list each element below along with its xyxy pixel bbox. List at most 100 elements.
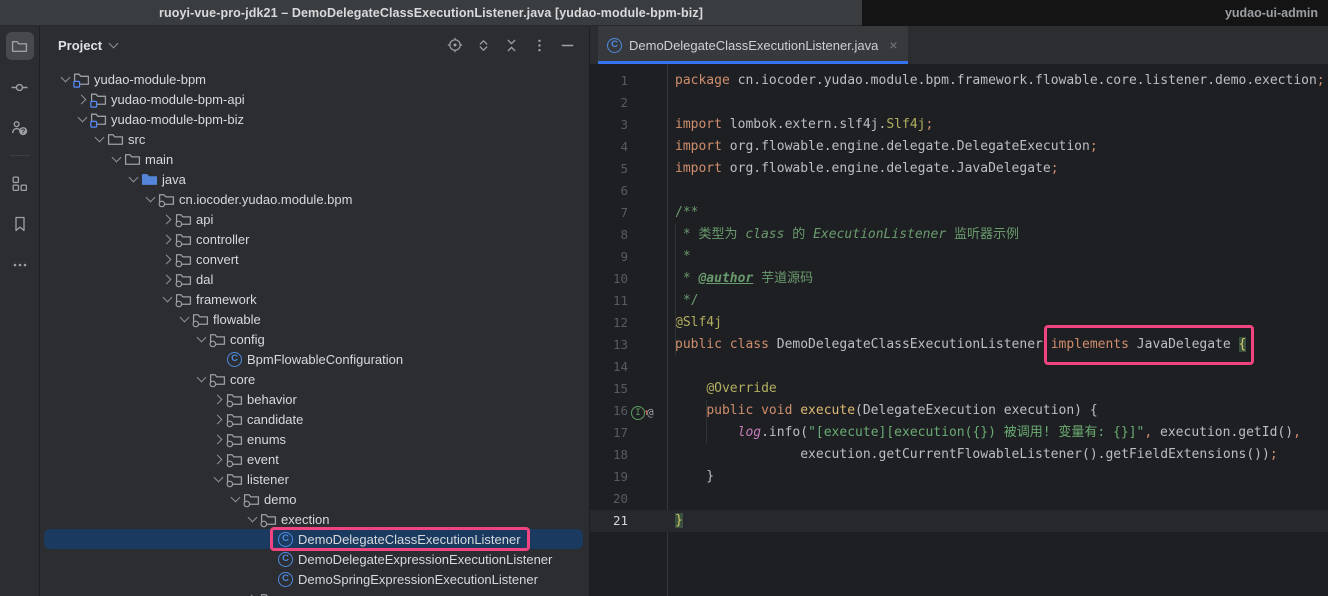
collapse-all-icon[interactable]: [504, 38, 519, 53]
tree-row-yudao-module-bpm-api[interactable]: yudao-module-bpm-api: [40, 89, 589, 109]
code-line-17[interactable]: 17 log.info("[execute][execution({}) 被调用…: [590, 422, 1328, 444]
chevron-down-icon[interactable]: [92, 132, 107, 147]
code-line-21[interactable]: 21}: [590, 510, 1328, 532]
chevron-down-icon[interactable]: [160, 292, 175, 307]
code-token: @Slf4j: [675, 315, 722, 330]
tree-row-event[interactable]: event: [40, 449, 589, 469]
implements-method-icon[interactable]: I↑: [631, 406, 645, 420]
code-line-16[interactable]: 16I↑@ public void execute(DelegateExecut…: [590, 400, 1328, 422]
package-icon: [226, 411, 243, 427]
tree-row-dal[interactable]: dal: [40, 269, 589, 289]
tree-row-yudao-module-bpm-biz[interactable]: yudao-module-bpm-biz: [40, 109, 589, 129]
chevron-down-icon[interactable]: [228, 492, 243, 507]
hide-icon[interactable]: [560, 38, 575, 53]
chevron-down-icon[interactable]: [194, 372, 209, 387]
code-line-4[interactable]: 4import org.flowable.engine.delegate.Del…: [590, 136, 1328, 158]
editor-area: C DemoDelegateClassExecutionListener.jav…: [590, 26, 1328, 596]
code-line-2[interactable]: 2: [590, 92, 1328, 114]
tree-row-candidate[interactable]: candidate: [40, 409, 589, 429]
chevron-right-icon[interactable]: [211, 392, 226, 407]
chevron-right-icon[interactable]: [211, 432, 226, 447]
tree-row-flowable[interactable]: flowable: [40, 309, 589, 329]
tree-row-config[interactable]: config: [40, 329, 589, 349]
line-number: 5: [590, 158, 628, 180]
chevron-down-icon[interactable]: [177, 312, 192, 327]
code-token: ExecutionListener: [813, 227, 946, 242]
code-line-3[interactable]: 3import lombok.extern.slf4j.Slf4j;: [590, 114, 1328, 136]
code-line-7[interactable]: 7/**: [590, 202, 1328, 224]
code-line-5[interactable]: 5import org.flowable.engine.delegate.Jav…: [590, 158, 1328, 180]
code-line-20[interactable]: 20: [590, 488, 1328, 510]
chevron-right-icon[interactable]: [160, 212, 175, 227]
tree-row-demospringexpressionexecutionlistener[interactable]: CDemoSpringExpressionExecutionListener: [40, 569, 589, 589]
chevron-down-icon[interactable]: [245, 512, 260, 527]
close-icon[interactable]: ×: [889, 37, 897, 53]
expand-all-icon[interactable]: [476, 38, 491, 53]
chevron-spacer: [211, 352, 226, 367]
tree-row-exection[interactable]: exection: [40, 509, 589, 529]
tree-row-demodelegateexpressionexecutionlistener[interactable]: CDemoDelegateExpressionExecutionListener: [40, 549, 589, 569]
tree-row-api[interactable]: api: [40, 209, 589, 229]
stripe-button-commit[interactable]: [6, 73, 34, 101]
code-line-15[interactable]: 15 @Override: [590, 378, 1328, 400]
chevron-right-icon[interactable]: [160, 272, 175, 287]
chevron-right-icon[interactable]: [245, 592, 260, 596]
tree-row-framework[interactable]: framework: [40, 289, 589, 309]
chevron-right-icon[interactable]: [160, 232, 175, 247]
chevron-down-icon[interactable]: [126, 172, 141, 187]
code-line-14[interactable]: 14: [590, 356, 1328, 378]
code-line-6[interactable]: 6: [590, 180, 1328, 202]
tree-item-content: listener: [226, 471, 289, 487]
tree-row-convert[interactable]: convert: [40, 249, 589, 269]
tree-row-controller[interactable]: controller: [40, 229, 589, 249]
code-token: @author: [698, 271, 753, 286]
chevron-down-icon[interactable]: [109, 152, 124, 167]
chevron-down-icon[interactable]: [109, 39, 119, 49]
stripe-button-bookmarks[interactable]: [6, 210, 34, 238]
chevron-right-icon[interactable]: [75, 92, 90, 107]
tree-row-demodelegateclassexecutionlistener[interactable]: CDemoDelegateClassExecutionListener: [40, 529, 589, 549]
chevron-down-icon[interactable]: [58, 72, 73, 87]
code-line-11[interactable]: 11 */: [590, 290, 1328, 312]
code-line-9[interactable]: 9 *: [590, 246, 1328, 268]
tree-row-main[interactable]: main: [40, 149, 589, 169]
chevron-right-icon[interactable]: [211, 412, 226, 427]
code-token: ;: [1090, 139, 1098, 154]
code-line-18[interactable]: 18 execution.getCurrentFlowableListener(…: [590, 444, 1328, 466]
tree-row-bpmflowableconfiguration[interactable]: CBpmFlowableConfiguration: [40, 349, 589, 369]
tree-row-demo[interactable]: demo: [40, 489, 589, 509]
options-icon[interactable]: [532, 38, 547, 53]
tree-row-yudao-module-bpm[interactable]: yudao-module-bpm: [40, 69, 589, 89]
editor-tab[interactable]: C DemoDelegateClassExecutionListener.jav…: [598, 26, 908, 64]
tree-row-cn-iocoder-yudao-module-bpm[interactable]: cn.iocoder.yudao.module.bpm: [40, 189, 589, 209]
stripe-button-structure[interactable]: [6, 169, 34, 197]
chevron-down-icon[interactable]: [143, 192, 158, 207]
tree-row-clipped[interactable]: [40, 589, 589, 596]
code-line-1[interactable]: 1package cn.iocoder.yudao.module.bpm.fra…: [590, 70, 1328, 92]
background-window-title[interactable]: yudao-ui-admin: [862, 0, 1328, 26]
tree-row-core[interactable]: core: [40, 369, 589, 389]
chevron-down-icon[interactable]: [75, 112, 90, 127]
tree-row-enums[interactable]: enums: [40, 429, 589, 449]
tree-row-behavior[interactable]: behavior: [40, 389, 589, 409]
tree-row-java[interactable]: java: [40, 169, 589, 189]
stripe-button-more-tool-windows[interactable]: [6, 251, 34, 279]
chevron-right-icon[interactable]: [160, 252, 175, 267]
code-line-13[interactable]: 13public class DemoDelegateClassExecutio…: [590, 334, 1328, 356]
select-opened-file-icon[interactable]: [447, 37, 463, 53]
line-number: 17: [590, 422, 628, 444]
tree-row-src[interactable]: src: [40, 129, 589, 149]
tree-row-listener[interactable]: listener: [40, 469, 589, 489]
chevron-down-icon[interactable]: [194, 332, 209, 347]
tree-item-label: DemoDelegateClassExecutionListener: [298, 532, 521, 547]
code-line-19[interactable]: 19 }: [590, 466, 1328, 488]
stripe-button-pull-requests[interactable]: ?: [6, 114, 34, 142]
code-line-8[interactable]: 8 * 类型为 class 的 ExecutionListener 监听器示例: [590, 224, 1328, 246]
code-line-12[interactable]: 12@Slf4j: [590, 312, 1328, 334]
code-editor[interactable]: 1package cn.iocoder.yudao.module.bpm.fra…: [590, 64, 1328, 596]
chevron-down-icon[interactable]: [211, 472, 226, 487]
code-line-10[interactable]: 10 * @author 芋道源码: [590, 268, 1328, 290]
stripe-button-project[interactable]: [6, 32, 34, 60]
project-panel-title[interactable]: Project: [58, 38, 102, 53]
chevron-right-icon[interactable]: [211, 452, 226, 467]
